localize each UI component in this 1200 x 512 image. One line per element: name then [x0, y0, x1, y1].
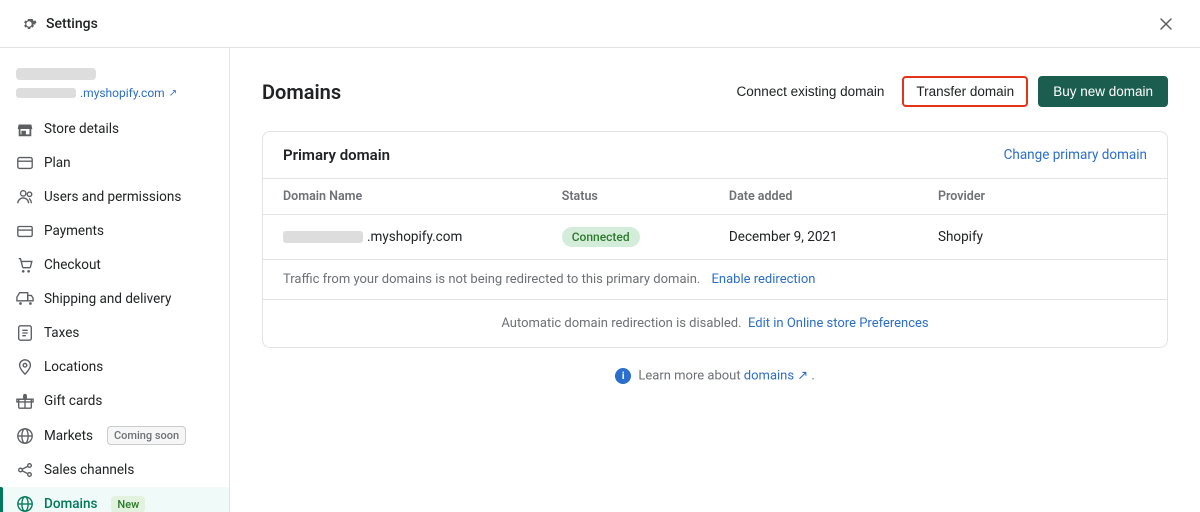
sidebar-item-sales-channels[interactable]: Sales channels: [0, 453, 229, 487]
domains-actions: Connect existing domain Transfer domain …: [729, 76, 1168, 107]
edit-preferences-link[interactable]: Edit in Online store Preferences: [748, 316, 929, 331]
sales-icon: [16, 461, 34, 479]
buy-domain-button[interactable]: Buy new domain: [1038, 76, 1168, 107]
sidebar-item-domains[interactable]: Domains New: [0, 487, 229, 512]
auto-redirect-notice: Automatic domain redirection is disabled…: [263, 299, 1167, 347]
shipping-icon: [16, 290, 34, 308]
sidebar-label: Users and permissions: [44, 189, 181, 205]
redirect-notice: Traffic from your domains is not being r…: [263, 260, 1167, 299]
markets-icon: [16, 427, 34, 445]
domain-name: .myshopify.com: [283, 229, 562, 245]
sidebar-item-markets[interactable]: Markets Coming soon: [0, 418, 229, 453]
header-title-group: Settings: [20, 15, 98, 33]
domain-table-row: .myshopify.com Connected December 9, 202…: [263, 215, 1167, 260]
sidebar-label: Taxes: [44, 325, 79, 341]
header-date-added: Date added: [729, 189, 938, 204]
sidebar: .myshopify.com ↗ Store details: [0, 48, 230, 512]
users-icon: [16, 188, 34, 206]
sidebar-item-gift-cards[interactable]: Gift cards: [0, 384, 229, 418]
gear-icon: [20, 15, 38, 33]
sidebar-label: Markets: [44, 428, 93, 444]
learn-more-section: i Learn more about domains ↗ .: [262, 368, 1168, 384]
page-title: Domains: [262, 80, 341, 104]
sidebar-label: Sales channels: [44, 462, 134, 478]
primary-domain-header: Primary domain Change primary domain: [263, 132, 1167, 179]
header-title: Settings: [46, 16, 98, 32]
gift-icon: [16, 392, 34, 410]
markets-badge: Coming soon: [107, 426, 186, 445]
change-primary-link[interactable]: Change primary domain: [1004, 147, 1147, 163]
store-name-blur: [16, 68, 96, 80]
info-icon: i: [615, 368, 631, 384]
sidebar-item-payments[interactable]: Payments: [0, 214, 229, 248]
sidebar-label: Store details: [44, 121, 119, 137]
learn-more-link[interactable]: domains ↗: [744, 368, 812, 383]
domain-status: Connected: [562, 227, 729, 247]
main-content: Domains Connect existing domain Transfer…: [230, 48, 1200, 512]
sidebar-item-taxes[interactable]: Taxes: [0, 316, 229, 350]
payments-icon: [16, 222, 34, 240]
sidebar-item-users[interactable]: Users and permissions: [0, 180, 229, 214]
sidebar-label: Locations: [44, 359, 103, 375]
transfer-domain-button[interactable]: Transfer domain: [902, 76, 1028, 107]
settings-modal: Settings .myshopify.com ↗: [0, 0, 1200, 512]
domain-table-header: Domain Name Status Date added Provider: [263, 179, 1167, 215]
modal-body: .myshopify.com ↗ Store details: [0, 48, 1200, 512]
store-icon: [16, 120, 34, 138]
store-url-blur: [16, 88, 76, 98]
sidebar-item-store-details[interactable]: Store details: [0, 112, 229, 146]
domains-icon: [16, 495, 34, 512]
enable-redirection-link[interactable]: Enable redirection: [712, 272, 816, 287]
provider: Shopify: [938, 229, 1147, 245]
sidebar-label: Domains: [44, 496, 97, 512]
close-button[interactable]: [1152, 10, 1180, 38]
status-badge: Connected: [562, 227, 640, 247]
domain-name-blur: [283, 231, 363, 243]
store-url-link[interactable]: .myshopify.com: [80, 86, 165, 100]
checkout-icon: [16, 256, 34, 274]
domains-badge: New: [111, 496, 145, 512]
sidebar-item-shipping[interactable]: Shipping and delivery: [0, 282, 229, 316]
header-status: Status: [562, 189, 729, 204]
sidebar-item-locations[interactable]: Locations: [0, 350, 229, 384]
connect-domain-button[interactable]: Connect existing domain: [729, 78, 893, 105]
store-url: .myshopify.com ↗: [16, 86, 213, 100]
date-added: December 9, 2021: [729, 229, 938, 245]
plan-icon: [16, 154, 34, 172]
sidebar-label: Gift cards: [44, 393, 102, 409]
sidebar-label: Checkout: [44, 257, 101, 273]
location-icon: [16, 358, 34, 376]
taxes-icon: [16, 324, 34, 342]
sidebar-label: Payments: [44, 223, 104, 239]
sidebar-label: Shipping and delivery: [44, 291, 171, 307]
sidebar-item-plan[interactable]: Plan: [0, 146, 229, 180]
sidebar-item-checkout[interactable]: Checkout: [0, 248, 229, 282]
primary-domain-card: Primary domain Change primary domain Dom…: [262, 131, 1168, 348]
sidebar-nav: Store details Plan Users and permissions: [0, 112, 229, 512]
header-domain-name: Domain Name: [283, 189, 562, 204]
primary-domain-title: Primary domain: [283, 146, 390, 164]
header-provider: Provider: [938, 189, 1147, 204]
store-info: .myshopify.com ↗: [0, 60, 229, 112]
domains-header: Domains Connect existing domain Transfer…: [262, 76, 1168, 107]
external-link-icon: ↗: [169, 88, 177, 99]
sidebar-label: Plan: [44, 155, 71, 171]
modal-header: Settings: [0, 0, 1200, 48]
